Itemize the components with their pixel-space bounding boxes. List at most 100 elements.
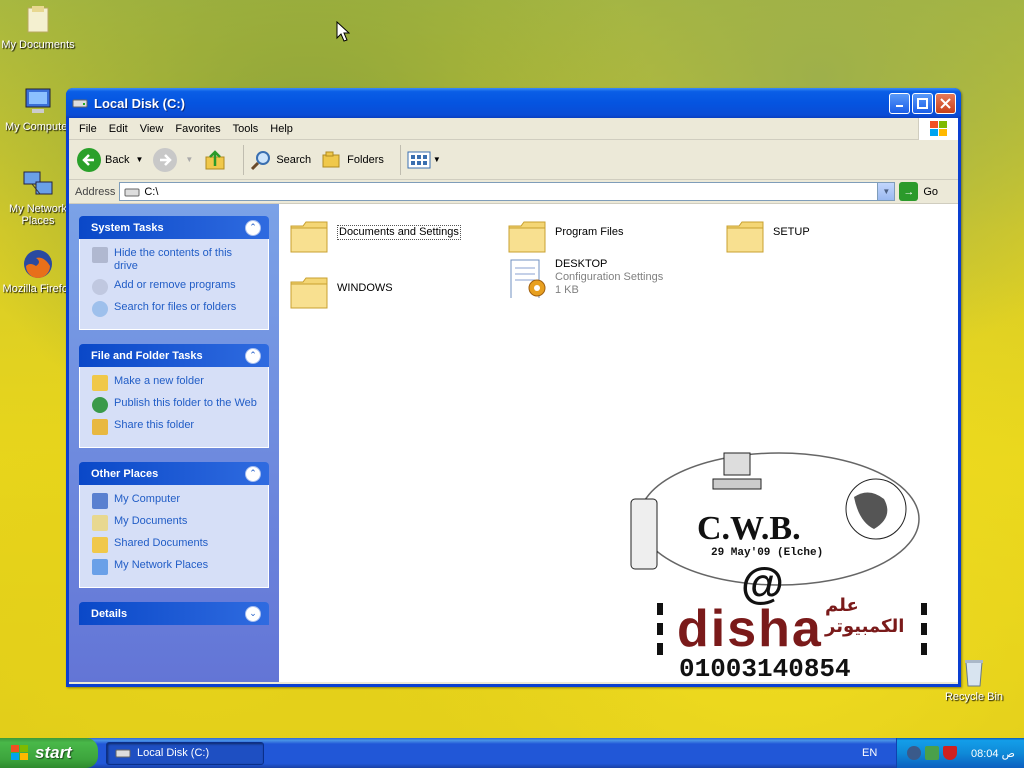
place-shared-documents[interactable]: Shared Documents bbox=[92, 537, 258, 553]
minimize-button[interactable] bbox=[889, 92, 910, 114]
go-button[interactable]: → Go bbox=[899, 182, 938, 201]
go-label: Go bbox=[923, 185, 938, 198]
share-folder-icon bbox=[92, 419, 108, 435]
file-folder-tasks-header[interactable]: File and Folder Tasks ⌃ bbox=[79, 344, 269, 367]
desktop-icon-label: Recycle Bin bbox=[944, 691, 1004, 703]
task-label: Make a new folder bbox=[114, 375, 204, 387]
file-item-setup[interactable]: SETUP bbox=[725, 216, 935, 256]
panel-title: File and Folder Tasks bbox=[91, 349, 203, 362]
desktop-icon-my-network-places[interactable]: My Network Places bbox=[0, 168, 76, 227]
forward-dropdown-icon[interactable]: ▼ bbox=[185, 155, 193, 164]
close-button[interactable] bbox=[935, 92, 956, 114]
details-panel: Details ⌄ bbox=[79, 602, 269, 625]
place-my-network-places[interactable]: My Network Places bbox=[92, 559, 258, 575]
views-dropdown-icon[interactable]: ▼ bbox=[433, 155, 441, 164]
back-arrow-icon bbox=[77, 147, 101, 172]
folders-icon bbox=[322, 151, 340, 167]
desktop-icon-my-computer[interactable]: My Computer bbox=[0, 86, 76, 133]
panel-title: Details bbox=[91, 607, 128, 620]
task-search-files[interactable]: Search for files or folders bbox=[92, 301, 258, 317]
menu-favorites[interactable]: Favorites bbox=[175, 123, 220, 135]
windows-flag-icon bbox=[11, 745, 28, 760]
task-label: Search for files or folders bbox=[114, 301, 237, 313]
file-item-windows[interactable]: WINDOWS bbox=[289, 272, 499, 312]
desktop-icon-my-documents[interactable]: My Documents bbox=[0, 4, 76, 51]
collapse-chevron-icon[interactable]: ⌃ bbox=[245, 219, 261, 236]
taskbar-button-label: Local Disk (C:) bbox=[137, 747, 210, 759]
back-dropdown-icon[interactable]: ▼ bbox=[135, 155, 143, 164]
network-icon bbox=[92, 559, 108, 575]
up-folder-icon bbox=[205, 149, 225, 169]
menu-help[interactable]: Help bbox=[270, 123, 293, 135]
my-computer-icon bbox=[22, 86, 54, 118]
expand-chevron-icon[interactable]: ⌄ bbox=[245, 605, 261, 622]
search-label: Search bbox=[276, 153, 312, 166]
start-label: start bbox=[35, 743, 72, 762]
file-item-program-files[interactable]: Program Files bbox=[507, 216, 717, 256]
drive-icon bbox=[115, 749, 131, 758]
panel-title: Other Places bbox=[91, 467, 159, 480]
address-label: Address bbox=[75, 185, 116, 198]
task-publish-web[interactable]: Publish this folder to the Web bbox=[92, 397, 258, 413]
details-header[interactable]: Details ⌄ bbox=[79, 602, 269, 625]
collapse-chevron-icon[interactable]: ⌃ bbox=[245, 465, 261, 482]
task-hide-contents[interactable]: Hide the contents of this drive bbox=[92, 247, 258, 273]
task-share-folder[interactable]: Share this folder bbox=[92, 419, 258, 435]
network-tray-icon[interactable] bbox=[925, 746, 939, 760]
forward-arrow-icon bbox=[153, 147, 178, 172]
panel-body: Hide the contents of this drive Add or r… bbox=[79, 239, 269, 330]
views-button[interactable]: ▼ bbox=[407, 150, 441, 170]
other-places-panel: Other Places ⌃ My Computer My Documents bbox=[79, 462, 269, 588]
place-label: My Documents bbox=[114, 515, 188, 527]
back-button[interactable]: Back ▼ bbox=[77, 147, 143, 172]
address-dropdown-icon[interactable]: ▼ bbox=[877, 183, 895, 200]
forward-button[interactable]: ▼ bbox=[153, 147, 193, 172]
folders-label: Folders bbox=[347, 153, 384, 166]
recycle-bin-icon bbox=[958, 656, 990, 688]
shared-folder-icon bbox=[92, 537, 108, 553]
window-body: File Edit View Favorites Tools Help Back… bbox=[69, 118, 958, 684]
maximize-button[interactable] bbox=[912, 92, 933, 114]
drive-icon bbox=[124, 188, 140, 196]
file-folder-tasks-panel: File and Folder Tasks ⌃ Make a new folde… bbox=[79, 344, 269, 448]
folder-icon bbox=[508, 221, 546, 253]
task-add-remove-programs[interactable]: Add or remove programs bbox=[92, 279, 258, 295]
antivirus-icon[interactable] bbox=[943, 746, 957, 760]
folders-button[interactable]: Folders bbox=[321, 149, 384, 171]
menu-file[interactable]: File bbox=[79, 123, 97, 135]
menu-edit[interactable]: Edit bbox=[109, 123, 128, 135]
mouse-cursor-icon bbox=[336, 20, 351, 46]
up-folder-button[interactable] bbox=[203, 148, 227, 172]
file-size: 1 KB bbox=[555, 284, 579, 296]
language-indicator[interactable]: EN bbox=[862, 738, 877, 768]
file-item-documents-and-settings[interactable]: Documents and Settings bbox=[289, 216, 499, 256]
other-places-header[interactable]: Other Places ⌃ bbox=[79, 462, 269, 485]
security-shield-icon[interactable] bbox=[907, 746, 921, 760]
toolbar-separator bbox=[243, 144, 245, 175]
system-tasks-header[interactable]: System Tasks ⌃ bbox=[79, 216, 269, 239]
config-settings-icon bbox=[510, 259, 546, 298]
menu-view[interactable]: View bbox=[140, 123, 164, 135]
search-button[interactable]: Search bbox=[250, 149, 311, 171]
place-my-computer[interactable]: My Computer bbox=[92, 493, 258, 509]
file-type: Configuration Settings bbox=[555, 271, 664, 283]
taskbar-button-local-disk[interactable]: Local Disk (C:) bbox=[106, 741, 264, 765]
title-bar[interactable]: Local Disk (C:) bbox=[66, 88, 961, 118]
task-label: Share this folder bbox=[114, 419, 195, 431]
place-my-documents[interactable]: My Documents bbox=[92, 515, 258, 531]
watermark-date: 29 May'09 (Elche) bbox=[711, 547, 824, 559]
folder-icon bbox=[726, 221, 764, 253]
desktop-icon-firefox[interactable]: Mozilla Firefox bbox=[0, 248, 76, 295]
new-folder-icon bbox=[92, 375, 108, 391]
task-pane: System Tasks ⌃ Hide the contents of this… bbox=[69, 204, 279, 682]
address-value: C:\ bbox=[144, 185, 159, 198]
menu-tools[interactable]: Tools bbox=[233, 123, 259, 135]
back-label: Back bbox=[105, 153, 130, 166]
clock[interactable]: 08:04 ص bbox=[971, 747, 1015, 760]
hide-contents-icon bbox=[92, 247, 108, 263]
file-item-desktop-ini[interactable]: DESKTOP Configuration Settings 1 KB bbox=[507, 258, 717, 298]
address-input[interactable]: C:\ ▼ bbox=[119, 182, 896, 201]
task-make-new-folder[interactable]: Make a new folder bbox=[92, 375, 258, 391]
start-button[interactable]: start bbox=[0, 738, 98, 768]
collapse-chevron-icon[interactable]: ⌃ bbox=[245, 347, 261, 364]
